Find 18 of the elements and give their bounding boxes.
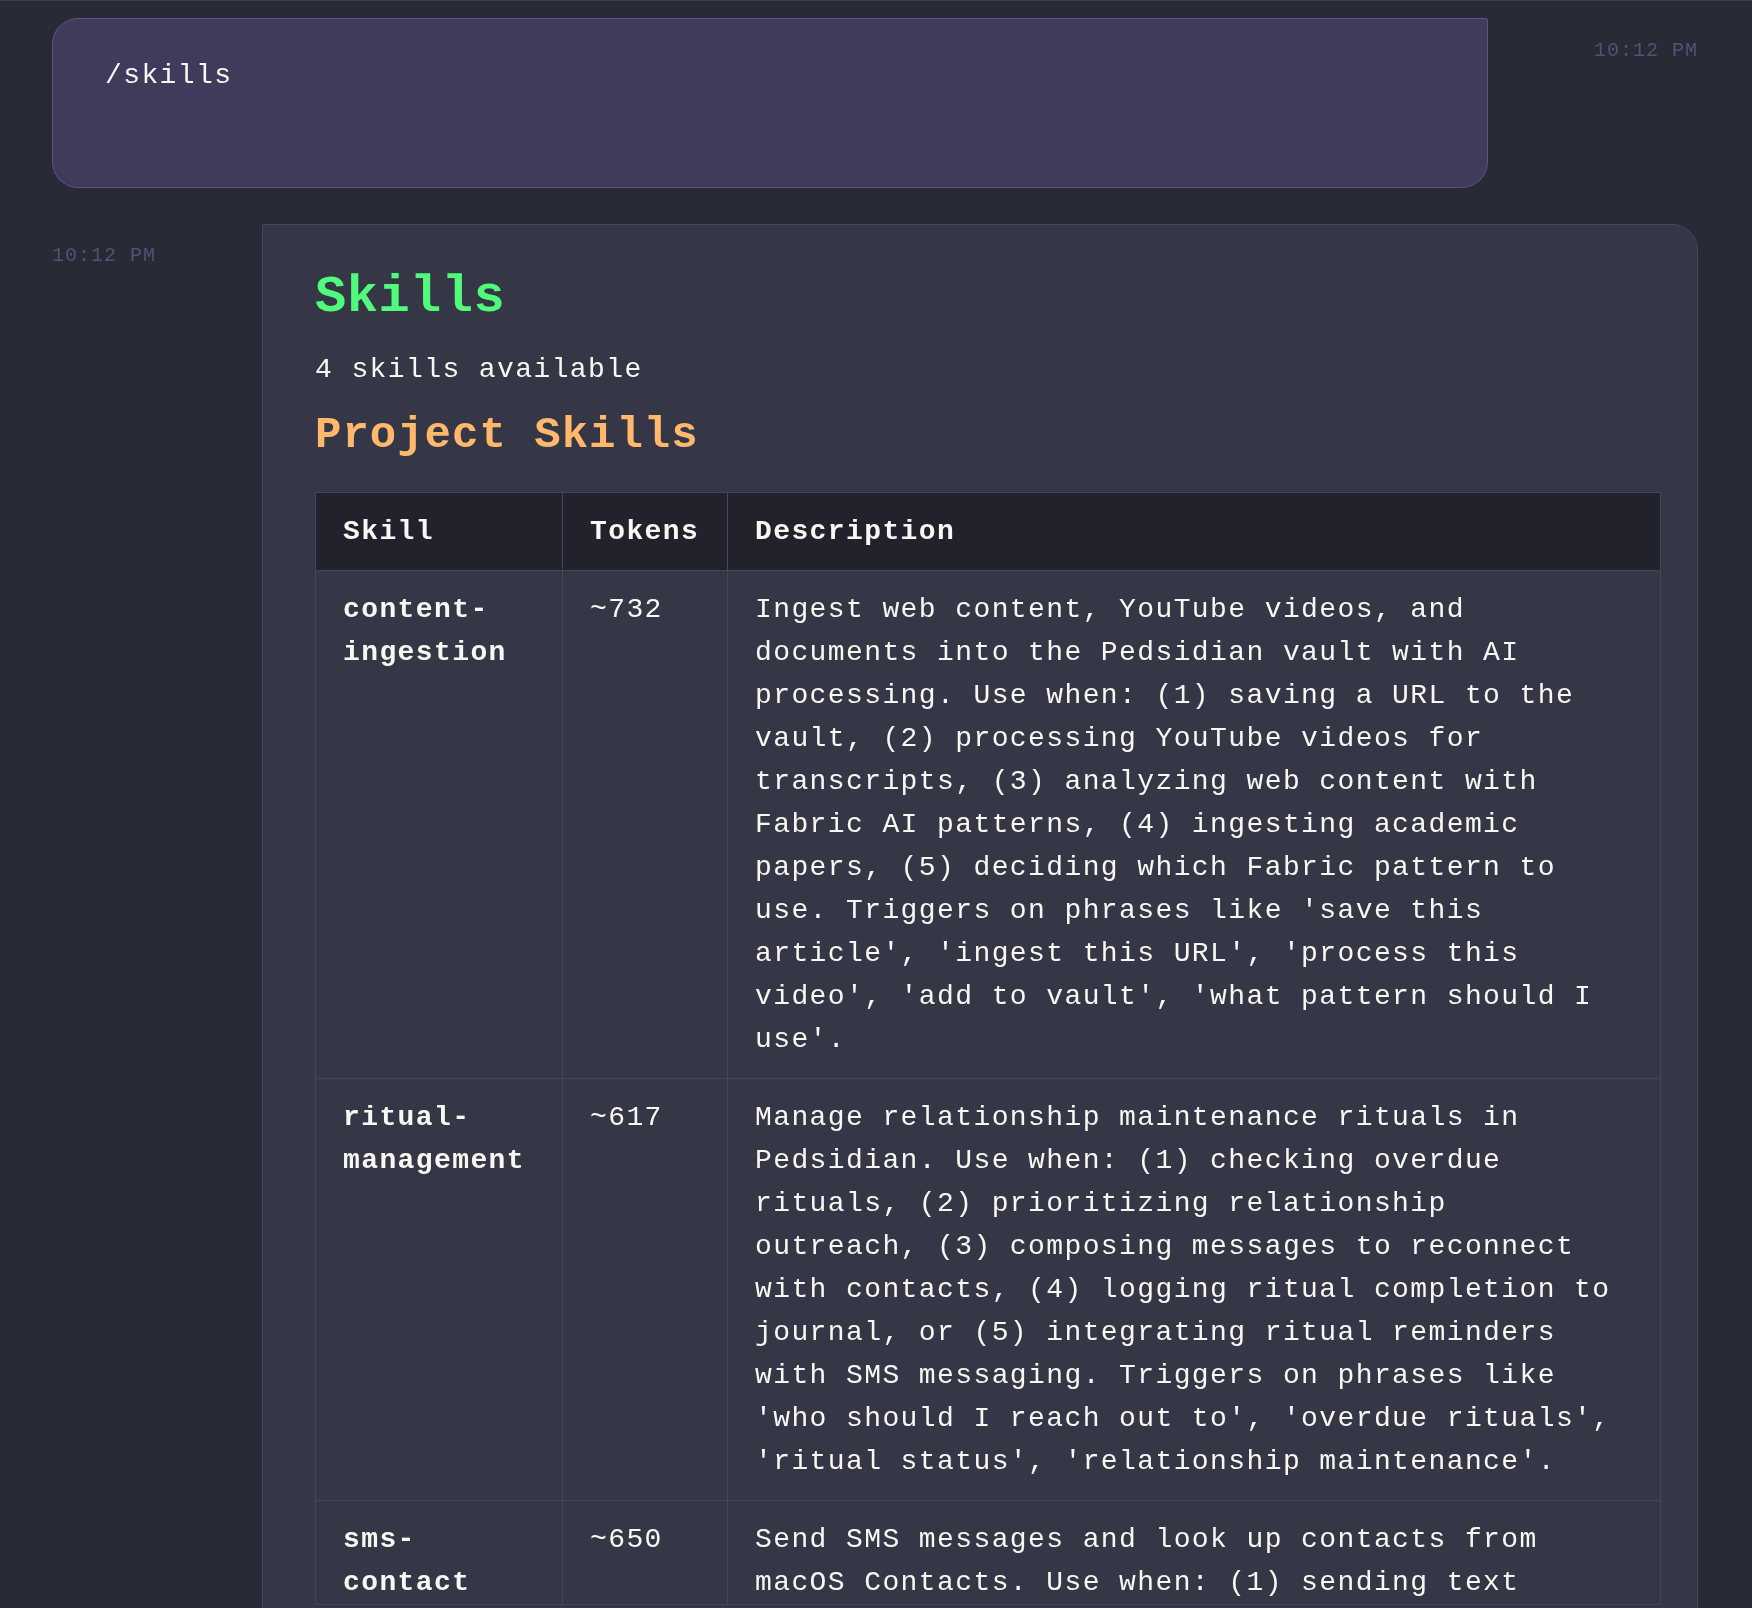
column-header: Description (727, 492, 1661, 571)
token-count: ~650 (562, 1500, 728, 1605)
skill-description: Manage relationship maintenance rituals in Pedsidian. Use when: (1) checking overdue rituals, (2) prioritizing relationship outreach, (3) composing messages to reconnect with contacts, (4) logging ritual completion to journal, or (5) integrating ritual reminders with SMS messaging. Triggers on phrases like 'who should I reach out to', 'overdue rituals', 'ritual status', 'relationship maintenance'. (727, 1078, 1661, 1501)
skills-count-text: 4 skills available (315, 353, 643, 387)
skill-name: sms-contact (315, 1500, 563, 1605)
timestamp: 10:12 PM (1594, 39, 1698, 63)
column-header: Skill (315, 492, 563, 571)
skill-description: Ingest web content, YouTube videos, and documents into the Pedsidian vault with AI processing. Use when: (1) saving a URL to the vault, (2) processing YouTube videos for transcripts, (3) analyzing web content with Fabric AI patterns, (4) ingesting academic papers, (5) deciding which Fabric pattern to use. Triggers on phrases like 'save this article', 'ingest this URL', 'process this video', 'add to vault', 'what pattern should I use'. (727, 570, 1661, 1079)
user-message: /skills (52, 18, 1488, 188)
skill-description: Send SMS messages and look up contacts from macOS Contacts. Use when: (1) sending text (727, 1500, 1661, 1605)
skill-name: content-ingestion (315, 570, 563, 1079)
skills-heading: Skills (315, 267, 506, 329)
column-header: Tokens (562, 492, 728, 571)
token-count: ~732 (562, 570, 728, 1079)
skill-name: ritual-management (315, 1078, 563, 1501)
token-count: ~617 (562, 1078, 728, 1501)
section-heading: Project Skills (315, 409, 699, 462)
timestamp: 10:12 PM (52, 244, 156, 268)
